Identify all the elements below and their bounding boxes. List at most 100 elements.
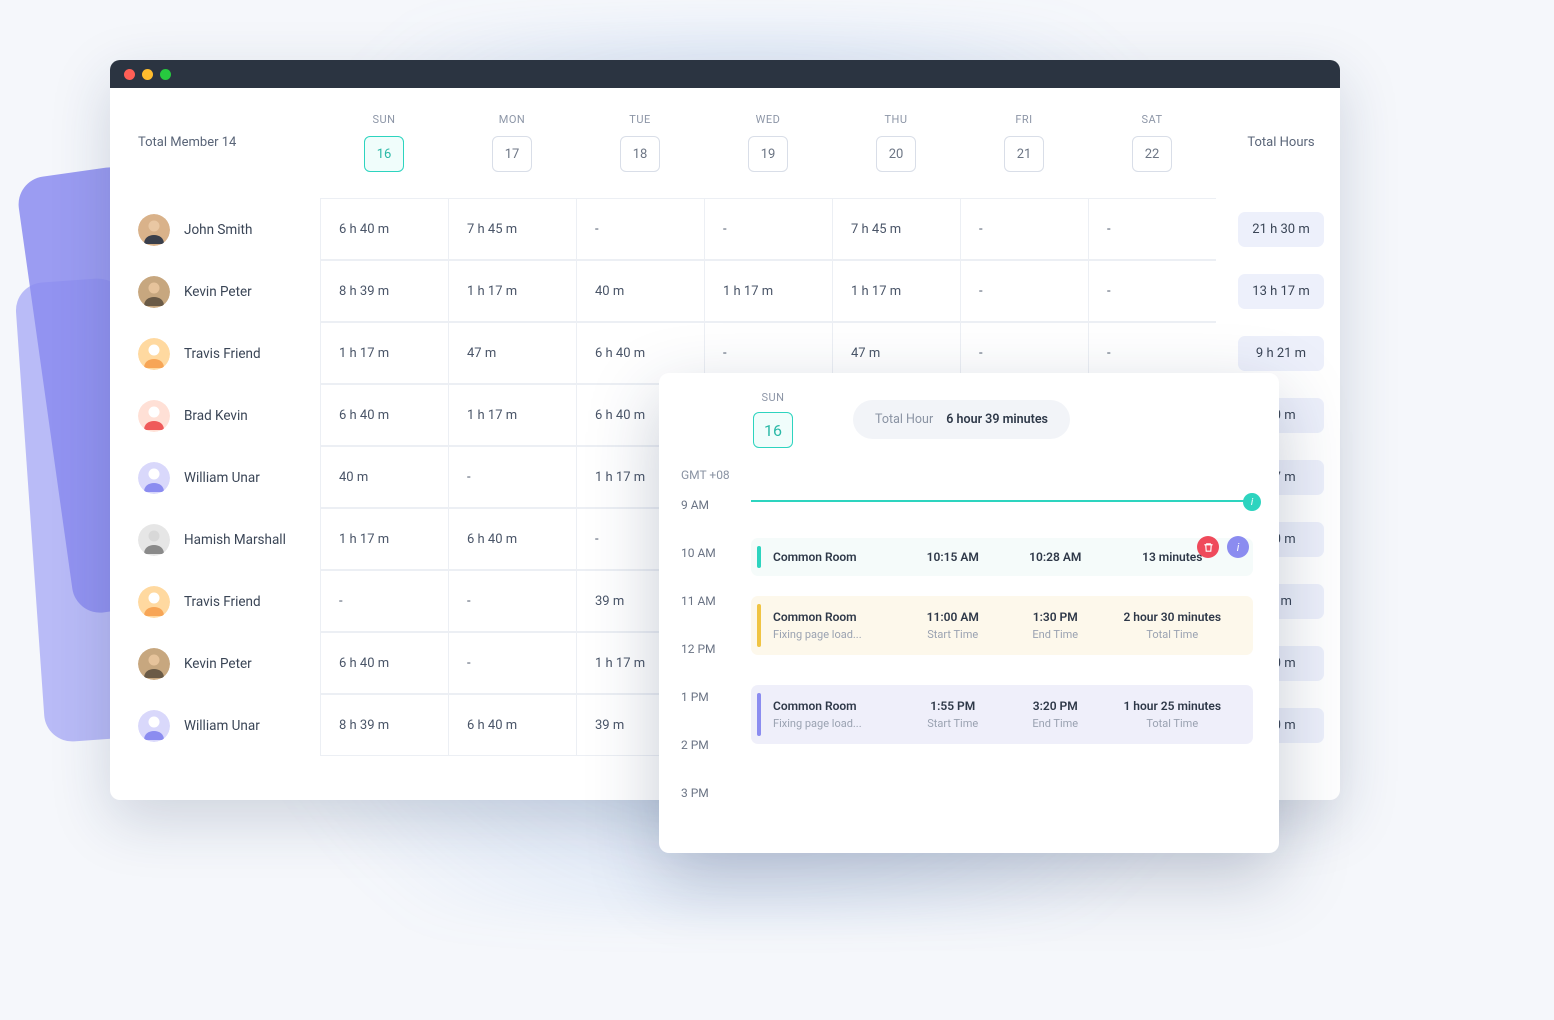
event-subtitle: Fixing page load... [773, 717, 898, 730]
total-cell: 21 h 30 m [1216, 198, 1340, 260]
window-titlebar [110, 60, 1340, 88]
member-row-name: Kevin Peter [110, 632, 320, 694]
event-start-value: 11:00 AM [904, 610, 1001, 624]
window-close-icon[interactable] [124, 69, 135, 80]
total-badge: 21 h 30 m [1238, 212, 1324, 247]
avatar [138, 524, 170, 556]
total-member-label: Total Member 14 [110, 88, 320, 198]
event-info-button[interactable]: i [1227, 536, 1249, 558]
avatar [138, 338, 170, 370]
member-row-name: Kevin Peter [110, 260, 320, 322]
event-room: Common Room [773, 699, 898, 713]
event-end-value: 10:28 AM [1007, 550, 1104, 564]
time-cell[interactable]: 7 h 45 m [448, 198, 576, 260]
time-tick: 10 AM [681, 546, 751, 560]
total-cell: 13 h 17 m [1216, 260, 1340, 322]
day-name-label: TUE [629, 113, 650, 126]
avatar [138, 400, 170, 432]
time-cell[interactable]: - [1088, 260, 1216, 322]
time-cell[interactable]: 1 h 17 m [832, 260, 960, 322]
time-cell[interactable]: 1 h 17 m [448, 260, 576, 322]
event-room: Common Room [773, 550, 898, 564]
day-number-button[interactable]: 18 [620, 136, 660, 172]
day-number-button[interactable]: 22 [1132, 136, 1172, 172]
event-duration: 2 hour 30 minutesTotal Time [1110, 610, 1235, 641]
time-cell[interactable]: 6 h 40 m [448, 694, 576, 756]
event-color-bar [757, 546, 761, 568]
event-start-value: 10:15 AM [904, 550, 1001, 564]
time-cell[interactable]: - [960, 260, 1088, 322]
event-actions: i [1197, 536, 1249, 558]
time-cell[interactable]: 1 h 17 m [704, 260, 832, 322]
event-end-label: End Time [1007, 628, 1104, 641]
day-number-button[interactable]: 17 [492, 136, 532, 172]
delete-event-button[interactable] [1197, 536, 1219, 558]
time-cell[interactable]: 40 m [320, 446, 448, 508]
time-cell[interactable]: - [704, 198, 832, 260]
member-row-name: William Unar [110, 446, 320, 508]
time-cell[interactable]: 6 h 40 m [320, 198, 448, 260]
avatar [138, 276, 170, 308]
window-minimize-icon[interactable] [142, 69, 153, 80]
member-name: Brad Kevin [184, 408, 248, 424]
time-cell[interactable]: 8 h 39 m [320, 260, 448, 322]
day-number-button[interactable]: 19 [748, 136, 788, 172]
current-time-indicator-icon: i [1243, 493, 1261, 511]
time-cell[interactable]: - [1088, 198, 1216, 260]
timeline-event[interactable]: Common Room Fixing page load... 1:55 PM Sta… [751, 685, 1253, 744]
time-cell[interactable]: 8 h 39 m [320, 694, 448, 756]
day-header: MON 17 [448, 88, 576, 198]
time-cell[interactable]: 6 h 40 m [320, 632, 448, 694]
time-tick: 9 AM [681, 498, 751, 512]
timezone-label: GMT +08 [681, 468, 1271, 482]
time-cell[interactable]: - [576, 198, 704, 260]
day-name-label: THU [884, 113, 907, 126]
member-name: William Unar [184, 470, 260, 486]
member-row-name: William Unar [110, 694, 320, 756]
time-cell[interactable]: 6 h 40 m [320, 384, 448, 446]
event-start-value: 1:55 PM [904, 699, 1001, 713]
day-number-button[interactable]: 20 [876, 136, 916, 172]
day-number-button[interactable]: 16 [364, 136, 404, 172]
member-name: Travis Friend [184, 346, 261, 362]
avatar [138, 710, 170, 742]
timeline-event[interactable]: Common RoomFixing page load... 11:00 AM St… [751, 596, 1253, 655]
day-detail-panel: SUN 16 Total Hour 6 hour 39 minutes GMT … [659, 373, 1279, 853]
event-start: 10:15 AM [904, 550, 1001, 564]
event-end: 1:30 PMEnd Time [1007, 610, 1104, 641]
time-tick: 11 AM [681, 594, 751, 608]
event-start-label: Start Time [904, 628, 1001, 641]
day-header: SAT 22 [1088, 88, 1216, 198]
time-cell[interactable]: - [448, 570, 576, 632]
time-tick: 2 PM [681, 738, 751, 752]
event-title-col: Common RoomFixing page load... [773, 610, 898, 641]
day-name-label: MON [499, 113, 526, 126]
time-cell[interactable]: - [960, 198, 1088, 260]
panel-total-hour-label: Total Hour [875, 412, 933, 427]
time-cell[interactable]: - [448, 632, 576, 694]
timeline-event[interactable]: Common Room10:15 AM10:28 AM13 minutes [751, 538, 1253, 576]
time-cell[interactable]: 47 m [448, 322, 576, 384]
day-header: FRI21 [960, 88, 1088, 198]
day-number-button[interactable]: 21 [1004, 136, 1044, 172]
time-cell[interactable]: 1 h 17 m [320, 322, 448, 384]
member-row-name: Hamish Marshall [110, 508, 320, 570]
panel-day-number[interactable]: 16 [753, 412, 793, 448]
time-cell[interactable]: - [448, 446, 576, 508]
event-end-label: End Time [1007, 717, 1104, 730]
event-duration-value: 2 hour 30 minutes [1110, 610, 1235, 624]
day-name-label: SUN [372, 113, 395, 126]
time-cell[interactable]: 1 h 17 m [320, 508, 448, 570]
day-name-label: SAT [1141, 113, 1162, 126]
time-cell[interactable]: - [320, 570, 448, 632]
time-cell[interactable]: 7 h 45 m [832, 198, 960, 260]
time-cell[interactable]: 1 h 17 m [448, 384, 576, 446]
window-maximize-icon[interactable] [160, 69, 171, 80]
event-start-label: Start Time [904, 717, 1001, 730]
total-hours-label: Total Hours [1216, 88, 1340, 198]
time-cell[interactable]: 40 m [576, 260, 704, 322]
member-row-name: John Smith [110, 198, 320, 260]
event-start: 1:55 PM Start Time [904, 699, 1001, 730]
time-cell[interactable]: 6 h 40 m [448, 508, 576, 570]
member-name: Hamish Marshall [184, 532, 286, 548]
